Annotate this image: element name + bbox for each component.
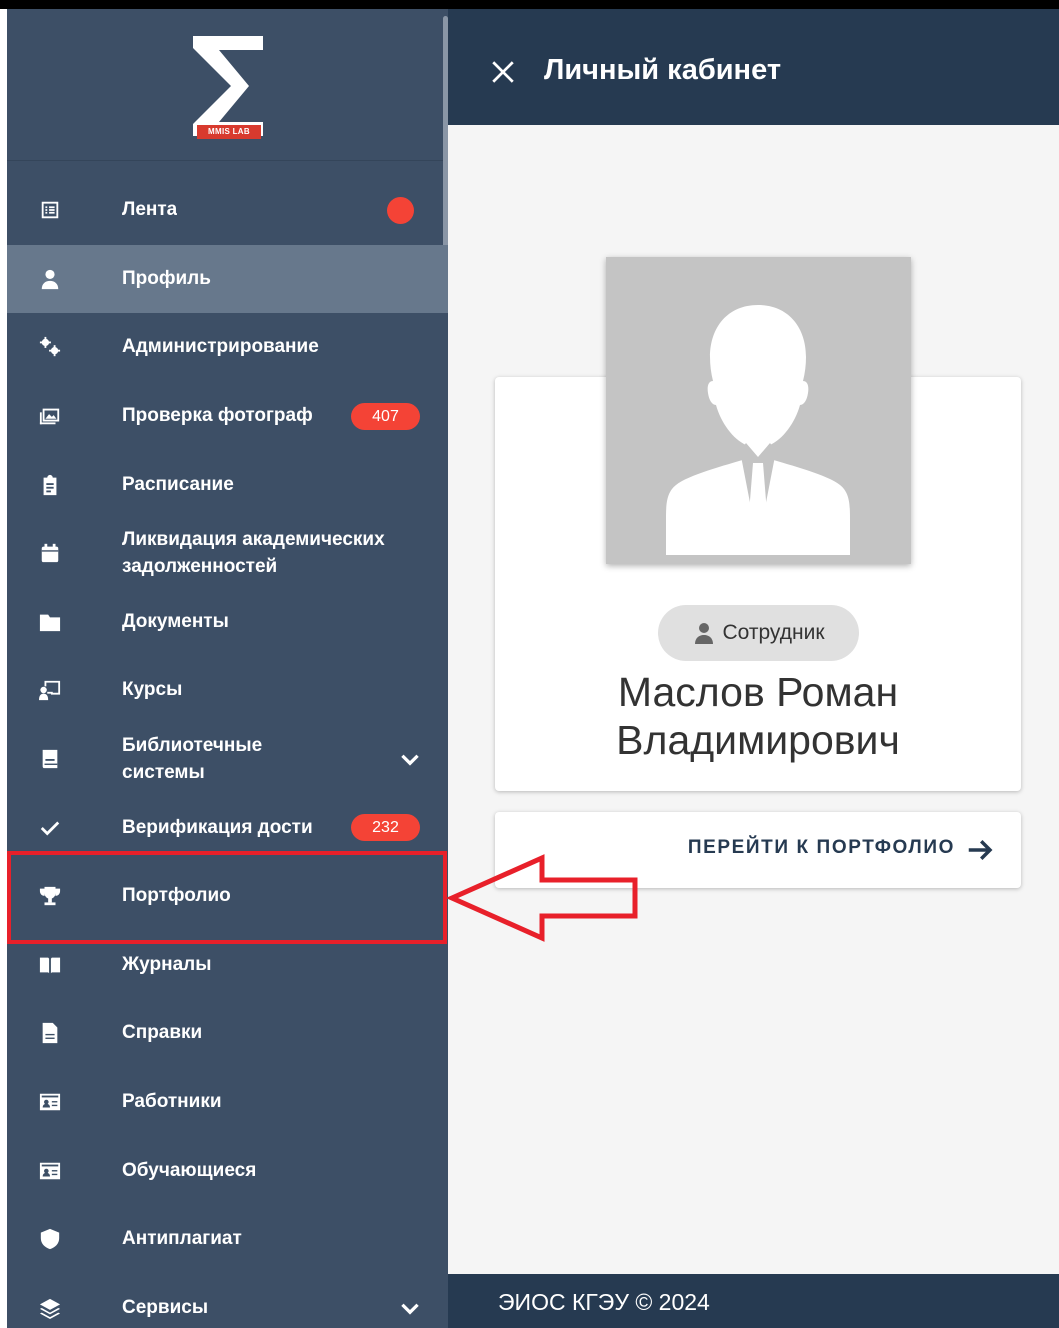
sidebar-item-label: Антиплагиат (122, 1228, 242, 1250)
gears-icon (39, 336, 61, 358)
sidebar-item-label: Курсы (122, 679, 183, 701)
top-black-bar (0, 0, 1059, 9)
calendar-icon (39, 542, 61, 564)
document-icon (39, 1022, 61, 1044)
close-icon[interactable] (490, 59, 516, 85)
user-name: Маслов Роман Владимирович (616, 669, 900, 763)
sidebar-item-photo-check[interactable]: Проверка фотограф 407 (7, 382, 448, 451)
sidebar-item-label: Администрирование (122, 336, 319, 358)
sidebar-item-employees[interactable]: Работники (7, 1068, 448, 1137)
go-to-portfolio-label: ПЕРЕЙТИ К ПОРТФОЛИО (687, 837, 955, 858)
portfolio-highlight-box (7, 851, 447, 944)
sidebar-item-label: Библиотечные системы (122, 735, 263, 784)
role-label: Сотрудник (722, 621, 825, 644)
sidebar-item-debts[interactable]: Ликвидация академических задолженностей (7, 519, 448, 588)
person-icon (695, 623, 714, 644)
check-icon (39, 817, 61, 839)
sidebar-item-library[interactable]: Библиотечные системы (7, 725, 448, 794)
sidebar-item-administration[interactable]: Администрирование (7, 313, 448, 382)
footer: ЭИОС КГЭУ © 2024 (448, 1274, 1059, 1328)
id-card-icon (39, 1091, 61, 1113)
folder-icon (39, 611, 61, 633)
clipboard-icon (39, 474, 61, 496)
photo-icon (39, 405, 61, 427)
sidebar-item-antiplagiarism[interactable]: Антиплагиат (7, 1205, 448, 1274)
chevron-down-icon[interactable] (397, 746, 423, 772)
count-badge: 407 (351, 402, 420, 430)
sidebar-item-label: Сервисы (122, 1296, 209, 1318)
sidebar-item-label: Работники (122, 1091, 222, 1113)
id-card-icon (39, 1160, 61, 1182)
arrow-right-icon (968, 840, 993, 860)
footer-text: ЭИОС КГЭУ © 2024 (498, 1289, 710, 1315)
sidebar-item-label: Документы (122, 610, 229, 632)
sidebar: MMIS LAB Лента Профиль Администрирование… (7, 9, 448, 1328)
person-icon (39, 268, 61, 290)
sidebar-item-courses[interactable]: Курсы (7, 656, 448, 725)
sidebar-item-label: Ликвидация академических задолженностей (122, 529, 385, 578)
role-chip: Сотрудник (658, 605, 859, 661)
notification-dot (387, 196, 414, 224)
chevron-down-icon[interactable] (397, 1295, 423, 1321)
page-title: Личный кабинет (544, 54, 782, 86)
sidebar-item-profile[interactable]: Профиль (7, 244, 448, 314)
shield-icon (39, 1228, 61, 1250)
sidebar-item-label: Лента (122, 199, 178, 221)
sidebar-item-services[interactable]: Сервисы (7, 1274, 448, 1328)
sidebar-item-feed[interactable]: Лента (7, 176, 448, 245)
logo-area: MMIS LAB (7, 9, 448, 161)
sidebar-item-documents[interactable]: Документы (7, 588, 448, 657)
logo-text: MMIS LAB (197, 125, 261, 139)
sidebar-item-certificates[interactable]: Справки (7, 999, 448, 1068)
book-icon (39, 748, 61, 770)
teacher-board-icon (39, 679, 61, 701)
red-arrow-annotation (445, 854, 638, 942)
sidebar-item-label: Расписание (122, 473, 234, 495)
avatar (606, 257, 911, 564)
sidebar-item-label: Журналы (122, 953, 212, 975)
sidebar-item-label: Обучающиеся (122, 1159, 257, 1181)
sidebar-item-label: Профиль (122, 267, 211, 289)
list-icon (39, 199, 61, 221)
layers-icon (39, 1297, 61, 1319)
open-book-icon (39, 954, 61, 976)
count-badge: 232 (351, 814, 420, 842)
sidebar-item-label: Верификация дости (122, 816, 313, 838)
sidebar-item-schedule[interactable]: Расписание (7, 450, 448, 519)
sidebar-menu: Лента Профиль Администрирование Проверка… (7, 176, 448, 1328)
person-silhouette-icon (666, 305, 850, 555)
sidebar-item-label: Справки (122, 1022, 203, 1044)
header: Личный кабинет (448, 9, 1059, 125)
sidebar-item-label: Проверка фотограф (122, 405, 313, 427)
sidebar-item-students[interactable]: Обучающиеся (7, 1136, 448, 1205)
